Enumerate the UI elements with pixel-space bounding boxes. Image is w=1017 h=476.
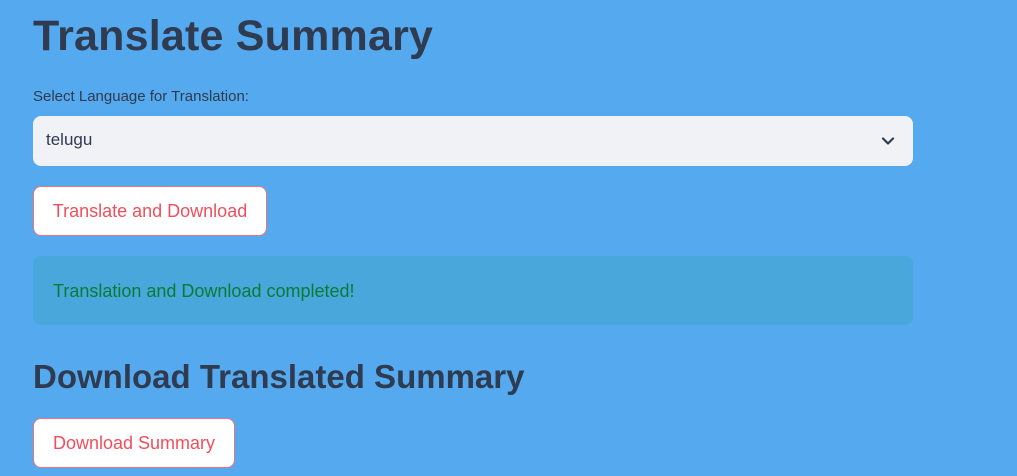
download-summary-button[interactable]: Download Summary xyxy=(33,418,235,468)
chevron-down-icon xyxy=(881,134,895,148)
language-select-label: Select Language for Translation: xyxy=(33,88,249,105)
page-title: Translate Summary xyxy=(33,12,434,60)
success-message: Translation and Download completed! xyxy=(53,281,355,301)
download-section-title: Download Translated Summary xyxy=(33,358,525,395)
language-select[interactable]: telugu xyxy=(33,116,913,166)
language-select-value: telugu xyxy=(46,130,93,149)
translate-and-download-button[interactable]: Translate and Download xyxy=(33,186,267,236)
success-alert: Translation and Download completed! xyxy=(33,256,913,325)
